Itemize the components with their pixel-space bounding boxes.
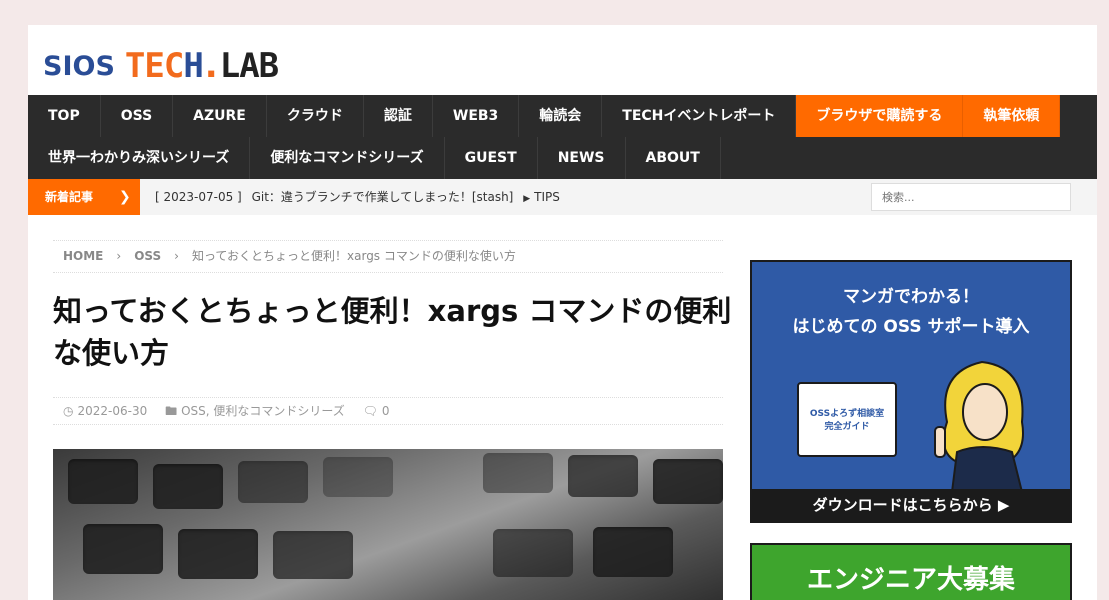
breadcrumb-separator-icon: › <box>174 249 179 263</box>
logo-dot: . <box>204 46 218 86</box>
breadcrumb-category[interactable]: OSS <box>134 249 161 263</box>
book-text: OSSよろず相談室 完全ガイド <box>799 408 895 434</box>
ad2-title: エンジニア大募集 <box>806 565 1015 595</box>
search-input[interactable] <box>871 183 1071 211</box>
logo-tech-h: H <box>183 46 204 86</box>
ticker-label: 新着記事 ❯ <box>28 179 140 215</box>
caret-right-icon: ▶ <box>523 194 531 204</box>
nav-item-web3[interactable]: WEB3 <box>433 95 520 137</box>
nav-item-auth[interactable]: 認証 <box>364 95 433 137</box>
nav-item-cloud[interactable]: クラウド <box>267 95 364 137</box>
breadcrumb: HOME › OSS › 知っておくとちょっと便利！xargs コマンドの便利な使い方 <box>53 240 723 273</box>
sidebar-ad-manga[interactable]: マンガでわかる！ はじめての OSS サポート導入 OSSよろず相談室 完全ガイ… <box>750 260 1072 523</box>
book-text-line1: OSSよろず相談室 <box>809 409 885 419</box>
folder-icon: 🖿 <box>165 404 178 418</box>
article-hero-image <box>53 449 723 600</box>
manga-character-illustration <box>934 360 1024 492</box>
ticker-item[interactable]: [ 2023-07-05 ] Git：違うブランチで作業してしまった！[stas… <box>155 179 560 217</box>
nav-item-oss[interactable]: OSS <box>101 95 174 137</box>
article-title: 知っておくとちょっと便利！xargs コマンドの便利な使い方 <box>53 294 732 370</box>
nav-item-top[interactable]: TOP <box>28 95 101 137</box>
sidebar-ad-recruit[interactable]: エンジニア大募集 <box>750 543 1072 600</box>
chevron-right-icon: ❯ <box>119 189 131 205</box>
ticker-headline[interactable]: Git：違うブランチで作業してしまった！[stash] <box>252 190 514 204</box>
logo-sios: SIOS <box>43 51 115 82</box>
article-meta: ◷ 2022-06-30 🖿 OSS, 便利なコマンドシリーズ 🗨 0 <box>53 397 723 425</box>
nav-row-2: 世界一わかりみ深いシリーズ 便利なコマンドシリーズ GUEST NEWS ABO… <box>28 137 1097 179</box>
logo-lab: LAB <box>219 46 279 86</box>
ad1-download-link[interactable]: ダウンロードはこちらから ▶ <box>752 489 1070 521</box>
news-ticker: 新着記事 ❯ [ 2023-07-05 ] Git：違うブランチで作業してしまっ… <box>28 179 1097 215</box>
nav-item-subscribe[interactable]: ブラウザで購読する <box>796 95 964 137</box>
book-text-line2: 完全ガイド <box>824 422 870 432</box>
nav-item-command-series[interactable]: 便利なコマンドシリーズ <box>250 137 445 179</box>
nav-item-guest[interactable]: GUEST <box>445 137 538 179</box>
nav-item-tech-event[interactable]: TECHイベントレポート <box>602 95 797 137</box>
article-date: 2022-06-30 <box>77 404 148 418</box>
ticker-date: [ 2023-07-05 ] <box>155 190 242 204</box>
main-nav: TOP OSS AZURE クラウド 認証 WEB3 輪読会 TECHイベントレ… <box>28 95 1097 179</box>
nav-item-reading[interactable]: 輪読会 <box>519 95 603 137</box>
ad1-title-line1: マンガでわかる！ <box>843 287 979 307</box>
nav-item-news[interactable]: NEWS <box>538 137 626 179</box>
breadcrumb-current: 知っておくとちょっと便利！xargs コマンドの便利な使い方 <box>191 249 516 263</box>
ad1-title-line2: はじめての OSS サポート導入 <box>792 317 1030 337</box>
nav-item-about[interactable]: ABOUT <box>626 137 721 179</box>
ticker-label-text: 新着記事 <box>45 190 94 204</box>
breadcrumb-home[interactable]: HOME <box>63 249 103 263</box>
logo-tech: TECH <box>124 46 204 86</box>
site-logo[interactable]: SIOS TECH . LAB <box>43 43 279 86</box>
page: SIOS TECH . LAB TOP OSS AZURE クラウド 認証 WE… <box>28 25 1097 600</box>
nav-item-azure[interactable]: AZURE <box>173 95 267 137</box>
comment-icon: 🗨 <box>362 404 378 418</box>
ticker-tag[interactable]: TIPS <box>534 190 560 204</box>
clock-icon: ◷ <box>63 404 74 418</box>
book-illustration: OSSよろず相談室 完全ガイド <box>797 382 897 457</box>
article-categories[interactable]: OSS, 便利なコマンドシリーズ <box>181 404 345 418</box>
nav-item-writing-request[interactable]: 執筆依頼 <box>963 95 1061 137</box>
nav-item-series[interactable]: 世界一わかりみ深いシリーズ <box>28 137 251 179</box>
nav-row-1: TOP OSS AZURE クラウド 認証 WEB3 輪読会 TECHイベントレ… <box>28 95 1097 137</box>
breadcrumb-separator-icon: › <box>116 249 122 263</box>
article-comments[interactable]: 0 <box>382 404 390 418</box>
ad1-title: マンガでわかる！ はじめての OSS サポート導入 <box>752 282 1070 342</box>
logo-tech-tec: TEC <box>124 46 184 86</box>
